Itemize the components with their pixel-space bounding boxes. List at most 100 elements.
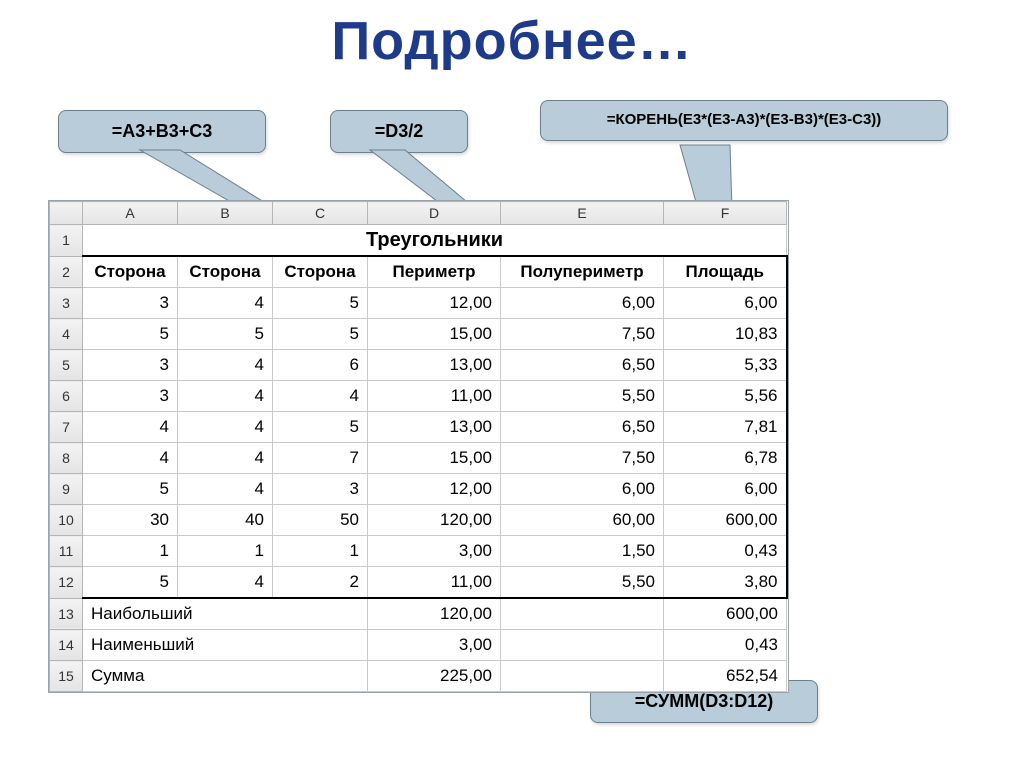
summary-row: 13Наибольший120,00600,00 xyxy=(50,598,787,630)
cell[interactable]: 7,81 xyxy=(664,412,787,443)
cell[interactable]: 5 xyxy=(273,288,368,319)
cell[interactable]: 5 xyxy=(83,567,178,599)
hdr-side-b[interactable]: Сторона xyxy=(178,256,273,288)
cell[interactable]: 5,56 xyxy=(664,381,787,412)
cell[interactable]: 13,00 xyxy=(368,350,501,381)
cell[interactable]: 4 xyxy=(178,443,273,474)
cell[interactable]: 5 xyxy=(178,319,273,350)
cell[interactable]: 3 xyxy=(273,474,368,505)
cell[interactable]: 4 xyxy=(178,381,273,412)
cell[interactable]: 225,00 xyxy=(368,661,501,692)
cell[interactable]: 15,00 xyxy=(368,319,501,350)
cell[interactable]: 5 xyxy=(273,319,368,350)
table-row: 455515,007,5010,83 xyxy=(50,319,787,350)
cell[interactable]: 4 xyxy=(178,567,273,599)
cell[interactable]: 13,00 xyxy=(368,412,501,443)
cell[interactable]: 11,00 xyxy=(368,567,501,599)
summary-label[interactable]: Наибольший xyxy=(83,598,368,630)
row-2-headers: 2 Сторона Сторона Сторона Периметр Полуп… xyxy=(50,256,787,288)
cell[interactable]: 5,50 xyxy=(501,381,664,412)
cell[interactable]: 12,00 xyxy=(368,288,501,319)
cell[interactable]: 3 xyxy=(83,381,178,412)
col-A[interactable]: A xyxy=(83,202,178,225)
cell[interactable]: 5,33 xyxy=(664,350,787,381)
cell[interactable]: 6,00 xyxy=(664,474,787,505)
table-row: 1254211,005,503,80 xyxy=(50,567,787,599)
summary-label[interactable]: Сумма xyxy=(83,661,368,692)
cell[interactable]: 4 xyxy=(178,412,273,443)
cell[interactable]: 120,00 xyxy=(368,598,501,630)
col-B[interactable]: B xyxy=(178,202,273,225)
cell[interactable]: 40 xyxy=(178,505,273,536)
cell[interactable]: 0,43 xyxy=(664,536,787,567)
cell[interactable]: 12,00 xyxy=(368,474,501,505)
cell[interactable] xyxy=(501,630,664,661)
cell[interactable]: 3 xyxy=(83,288,178,319)
cell[interactable]: 7,50 xyxy=(501,319,664,350)
cell[interactable]: 4 xyxy=(83,443,178,474)
cell[interactable]: 5 xyxy=(273,412,368,443)
cell[interactable]: 5 xyxy=(83,474,178,505)
row-1: 1 Треугольники xyxy=(50,225,787,257)
cell[interactable]: 4 xyxy=(178,288,273,319)
cell[interactable]: 6,00 xyxy=(664,288,787,319)
table-row: 10304050120,0060,00600,00 xyxy=(50,505,787,536)
cell[interactable]: 6,00 xyxy=(501,288,664,319)
summary-row: 14Наименьший3,000,43 xyxy=(50,630,787,661)
slide-title: Подробнее… xyxy=(0,10,1024,72)
col-E[interactable]: E xyxy=(501,202,664,225)
cell[interactable]: 652,54 xyxy=(664,661,787,692)
cell[interactable]: 6,50 xyxy=(501,350,664,381)
table-title[interactable]: Треугольники xyxy=(83,225,787,257)
cell[interactable]: 6,78 xyxy=(664,443,787,474)
cell[interactable]: 15,00 xyxy=(368,443,501,474)
cell[interactable]: 6,50 xyxy=(501,412,664,443)
cell[interactable] xyxy=(501,661,664,692)
cell[interactable]: 4 xyxy=(178,474,273,505)
cell[interactable]: 3,00 xyxy=(368,630,501,661)
hdr-semiperimeter[interactable]: Полупериметр xyxy=(501,256,664,288)
cell[interactable]: 7,50 xyxy=(501,443,664,474)
cell[interactable]: 11,00 xyxy=(368,381,501,412)
cell[interactable]: 5 xyxy=(83,319,178,350)
cell[interactable]: 10,83 xyxy=(664,319,787,350)
cell[interactable]: 4 xyxy=(273,381,368,412)
col-F[interactable]: F xyxy=(664,202,787,225)
cell[interactable]: 1,50 xyxy=(501,536,664,567)
spreadsheet: A B C D E F 1 Треугольники 2 Сторона Сто… xyxy=(48,200,789,693)
callout-formula-area: =КОРЕНЬ(E3*(E3-A3)*(E3-B3)*(E3-C3)) xyxy=(540,100,948,141)
cell[interactable] xyxy=(501,598,664,630)
cell[interactable]: 6 xyxy=(273,350,368,381)
cell[interactable]: 1 xyxy=(83,536,178,567)
cell[interactable]: 1 xyxy=(178,536,273,567)
cell[interactable]: 3,00 xyxy=(368,536,501,567)
cell[interactable]: 2 xyxy=(273,567,368,599)
hdr-area[interactable]: Площадь xyxy=(664,256,787,288)
col-D[interactable]: D xyxy=(368,202,501,225)
cell[interactable]: 30 xyxy=(83,505,178,536)
summary-label[interactable]: Наименьший xyxy=(83,630,368,661)
cell[interactable]: 60,00 xyxy=(501,505,664,536)
cell[interactable]: 1 xyxy=(273,536,368,567)
hdr-perimeter[interactable]: Периметр xyxy=(368,256,501,288)
table-row: 111113,001,500,43 xyxy=(50,536,787,567)
cell[interactable]: 4 xyxy=(178,350,273,381)
hdr-side-a[interactable]: Сторона xyxy=(83,256,178,288)
table-row: 334512,006,006,00 xyxy=(50,288,787,319)
cell[interactable]: 4 xyxy=(83,412,178,443)
hdr-side-c[interactable]: Сторона xyxy=(273,256,368,288)
table-row: 744513,006,507,81 xyxy=(50,412,787,443)
cell[interactable]: 600,00 xyxy=(664,505,787,536)
cell[interactable]: 50 xyxy=(273,505,368,536)
cell[interactable]: 6,00 xyxy=(501,474,664,505)
table-row: 844715,007,506,78 xyxy=(50,443,787,474)
cell[interactable]: 5,50 xyxy=(501,567,664,599)
cell[interactable]: 0,43 xyxy=(664,630,787,661)
cell[interactable]: 7 xyxy=(273,443,368,474)
table-row: 954312,006,006,00 xyxy=(50,474,787,505)
cell[interactable]: 600,00 xyxy=(664,598,787,630)
cell[interactable]: 3,80 xyxy=(664,567,787,599)
cell[interactable]: 120,00 xyxy=(368,505,501,536)
cell[interactable]: 3 xyxy=(83,350,178,381)
col-C[interactable]: C xyxy=(273,202,368,225)
